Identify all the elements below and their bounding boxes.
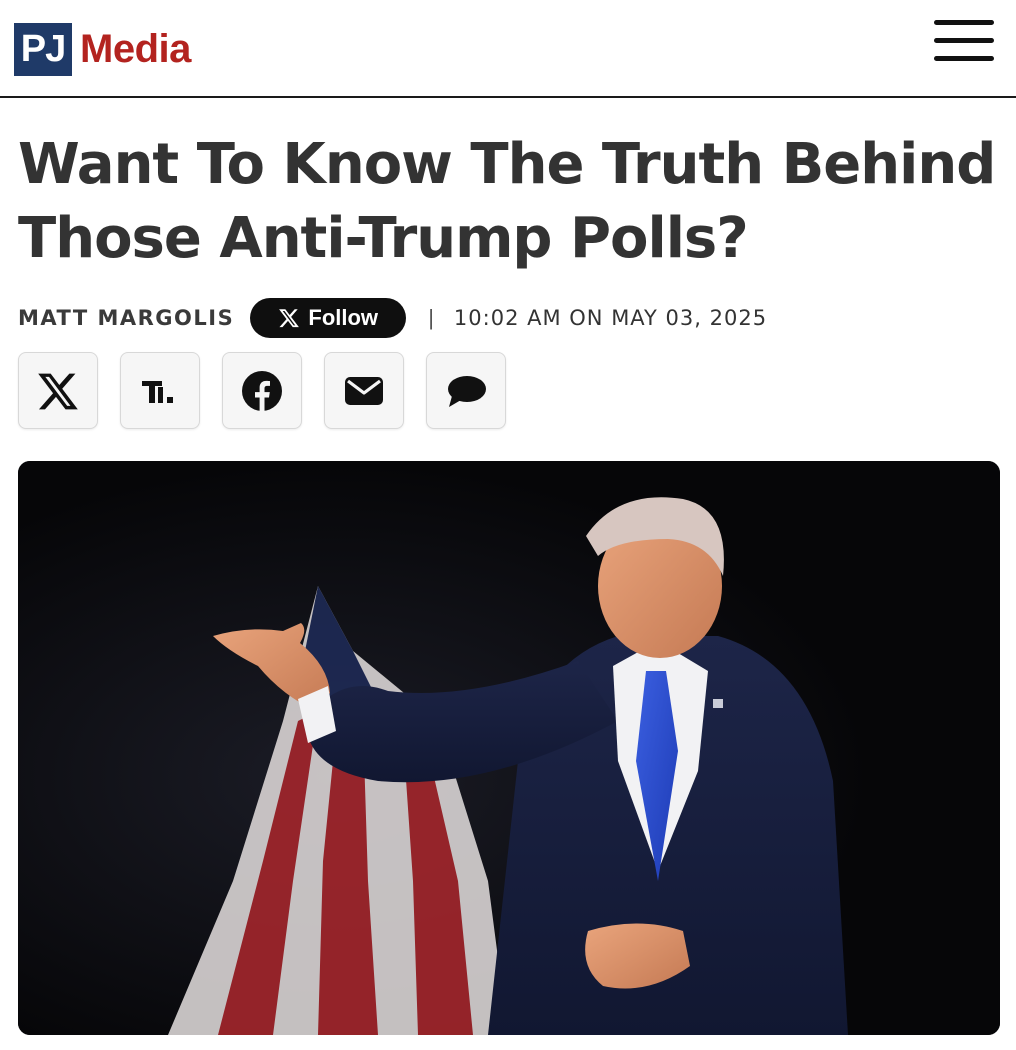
byline-separator: |	[428, 305, 434, 330]
email-icon	[345, 376, 383, 405]
facebook-icon	[242, 370, 282, 411]
article-headline: Want To Know The Truth Behind Those Anti…	[18, 132, 996, 271]
comment-icon	[448, 375, 486, 407]
hamburger-menu-icon[interactable]	[932, 18, 996, 64]
hero-photo[interactable]	[18, 461, 1000, 1035]
site-header: PJ Media	[0, 0, 1016, 98]
share-bar	[18, 352, 506, 429]
x-icon	[38, 373, 78, 409]
menu-bar	[934, 20, 994, 25]
x-follow-button[interactable]: Follow	[250, 298, 407, 338]
hero-photo-illustration	[18, 461, 1000, 1035]
follow-label: Follow	[308, 305, 379, 330]
byline: MATT MARGOLIS Follow | 10:02 AM ON MAY 0…	[18, 298, 998, 338]
logo-mark: PJ	[14, 23, 72, 76]
share-facebook-button[interactable]	[222, 352, 302, 429]
share-comment-button[interactable]	[426, 352, 506, 429]
author-name[interactable]: MATT MARGOLIS	[18, 306, 234, 330]
truth-social-icon	[142, 380, 173, 403]
share-x-button[interactable]	[18, 352, 98, 429]
share-truth-social-button[interactable]	[120, 352, 200, 429]
site-logo[interactable]: PJ Media	[14, 23, 191, 76]
logo-wordmark: Media	[80, 27, 191, 71]
x-icon	[279, 309, 300, 328]
menu-bar	[934, 56, 994, 61]
share-email-button[interactable]	[324, 352, 404, 429]
publish-date: 10:02 AM ON MAY 03, 2025	[453, 306, 768, 330]
menu-bar	[934, 38, 994, 43]
